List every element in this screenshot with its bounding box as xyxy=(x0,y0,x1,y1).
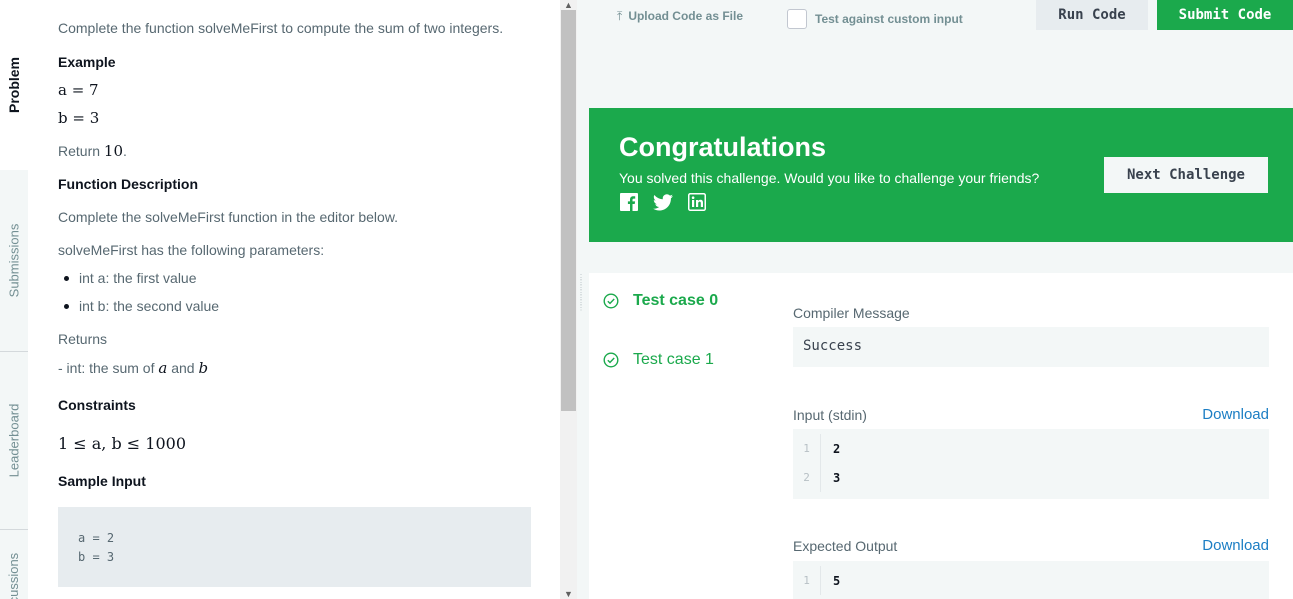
constraints-heading: Constraints xyxy=(58,397,136,413)
scroll-down-icon[interactable]: ▼ xyxy=(560,589,577,599)
return-suffix: . xyxy=(123,143,127,159)
line-number: 1 xyxy=(793,566,821,595)
upload-label: Upload Code as File xyxy=(628,9,743,23)
tab-problem-label: Problem xyxy=(6,56,23,114)
code-line: 23 xyxy=(793,463,1269,492)
tab-submissions[interactable]: Submissions xyxy=(0,170,28,352)
facebook-icon[interactable] xyxy=(619,192,639,212)
tab-leaderboard-label: Leaderboard xyxy=(6,403,22,478)
code-line: 12 xyxy=(793,434,1269,463)
vertical-tab-rail: Problem Submissions Leaderboard Discussi… xyxy=(0,0,28,599)
editor-results-pane: ⋮ ⋮ ⋮ ⋮ ⋮ ⋮ ⋮ ⤒ Upload Code as File Test agains… xyxy=(577,0,1293,599)
tab-discussions-label: Discussions xyxy=(6,552,22,599)
custom-input-checkbox[interactable] xyxy=(787,9,807,29)
input-code-box: 12 23 xyxy=(793,429,1269,499)
download-input-link[interactable]: Download xyxy=(1202,406,1269,423)
returns-text: - int: the sum of a and b xyxy=(58,359,208,377)
sample-heading: Sample Input xyxy=(58,473,146,489)
twitter-icon[interactable] xyxy=(653,192,673,212)
params-text: solveMeFirst has the following parameter… xyxy=(58,242,325,258)
test-results-panel: Test case 0 Test case 1 Compiler Message… xyxy=(589,273,1293,599)
param-item: int b: the second value xyxy=(64,298,219,314)
line-value: 5 xyxy=(833,573,841,588)
returns-a: a xyxy=(158,359,168,377)
linkedin-icon[interactable] xyxy=(687,192,707,212)
problem-intro: Complete the function solveMeFirst to co… xyxy=(58,20,504,36)
example-a: a = 7 xyxy=(58,81,99,99)
check-circle-icon xyxy=(603,293,619,309)
example-heading: Example xyxy=(58,54,116,70)
expected-output-box: 15 xyxy=(793,561,1269,599)
line-value: 3 xyxy=(833,470,841,485)
upload-code-button[interactable]: ⤒ Upload Code as File xyxy=(617,9,743,24)
tab-leaderboard[interactable]: Leaderboard xyxy=(0,352,28,530)
sample-line: b = 3 xyxy=(78,550,115,564)
tab-problem[interactable]: Problem xyxy=(0,0,28,170)
param-item: int a: the first value xyxy=(64,270,197,286)
function-text: Complete the solveMeFirst function in th… xyxy=(58,209,399,225)
test-case-tab[interactable]: Test case 0 xyxy=(603,292,718,310)
tab-submissions-label: Submissions xyxy=(6,223,22,298)
returns-prefix: - int: the sum of xyxy=(58,360,159,376)
return-value: 10 xyxy=(103,142,124,160)
sample-input-box: a = 2 b = 3 xyxy=(58,507,531,587)
pane-resize-handle[interactable]: ⋮ ⋮ ⋮ ⋮ ⋮ ⋮ ⋮ xyxy=(577,274,585,315)
submit-code-button[interactable]: Submit Code xyxy=(1157,0,1293,30)
example-return: Return 10. xyxy=(58,142,127,160)
returns-b: b xyxy=(198,359,209,377)
input-label: Input (stdin) xyxy=(793,407,867,423)
line-number: 1 xyxy=(793,434,821,463)
problem-statement: Complete the function solveMeFirst to co… xyxy=(28,0,560,599)
problem-scrollbar[interactable]: ▲ ▼ xyxy=(560,0,577,599)
social-share xyxy=(619,192,707,212)
check-circle-icon xyxy=(603,352,619,368)
upload-icon: ⤒ xyxy=(617,9,623,23)
code-line: 15 xyxy=(793,566,1269,595)
test-case-label: Test case 1 xyxy=(633,351,714,368)
congrats-title: Congratulations xyxy=(619,132,826,162)
congrats-text: You solved this challenge. Would you lik… xyxy=(619,170,1040,186)
congrats-banner: Congratulations You solved this challeng… xyxy=(589,108,1293,242)
test-case-tab[interactable]: Test case 1 xyxy=(603,351,714,369)
tab-discussions[interactable]: Discussions xyxy=(0,530,28,599)
line-number: 2 xyxy=(793,463,821,492)
return-prefix: Return xyxy=(58,143,104,159)
sample-line: a = 2 xyxy=(78,531,115,545)
custom-input-label[interactable]: Test against custom input xyxy=(815,12,963,26)
returns-heading: Returns xyxy=(58,331,108,347)
expected-output-label: Expected Output xyxy=(793,538,898,554)
scroll-up-icon[interactable]: ▲ xyxy=(560,0,577,10)
example-b: b = 3 xyxy=(58,109,100,127)
run-code-button[interactable]: Run Code xyxy=(1036,0,1148,30)
scroll-thumb[interactable] xyxy=(561,10,576,411)
function-heading: Function Description xyxy=(58,176,198,192)
test-case-label: Test case 0 xyxy=(633,292,719,309)
line-value: 2 xyxy=(833,441,841,456)
compiler-message-box: Success xyxy=(793,327,1269,367)
download-expected-link[interactable]: Download xyxy=(1202,537,1269,554)
compiler-message-label: Compiler Message xyxy=(793,305,910,321)
constraint: 1 ≤ a, b ≤ 1000 xyxy=(58,434,187,453)
returns-and: and xyxy=(167,360,199,376)
next-challenge-button[interactable]: Next Challenge xyxy=(1104,157,1268,193)
